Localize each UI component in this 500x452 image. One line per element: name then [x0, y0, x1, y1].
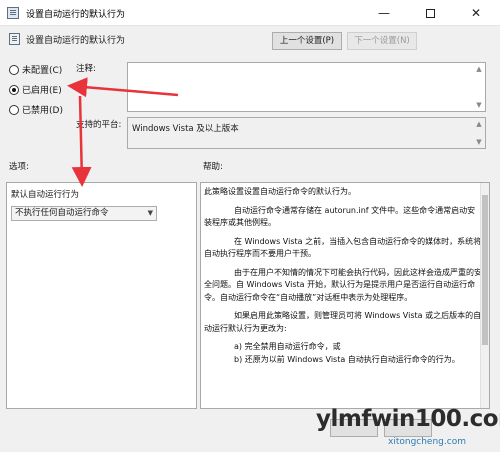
scroll-up-icon[interactable]: ▲	[474, 64, 484, 74]
close-icon: ✕	[470, 6, 482, 20]
radio-disabled[interactable]: 已禁用(D)	[9, 103, 63, 117]
help-paragraph: 如果启用此策略设置，则管理员可将 Windows Vista 或之后版本的自动运…	[204, 311, 482, 333]
maximize-icon	[425, 9, 435, 18]
scroll-down-icon[interactable]: ▼	[474, 100, 484, 110]
help-panel: 此策略设置设置自动运行命令的默认行为。 自动运行命令通常存储在 autorun.…	[200, 182, 490, 409]
help-paragraph: 自动运行命令通常存储在 autorun.inf 文件中。这些命令通常启动安装程序…	[204, 205, 476, 228]
platform-field: Windows Vista 及以上版本 ▲ ▼	[127, 117, 486, 149]
arrow-to-options	[71, 95, 92, 187]
radio-enabled[interactable]: 已启用(E)	[9, 83, 62, 97]
window-title: 设置自动运行的默认行为	[26, 10, 126, 20]
comment-label: 注释:	[76, 64, 96, 74]
help-paragraph: 由于在用户不知情的情况下可能会执行代码，因此这样会造成严重的安全问题。自 Win…	[204, 267, 482, 302]
setting-title: 设置自动运行的默认行为	[26, 36, 126, 46]
radio-not-configured[interactable]: 未配置(C)	[9, 63, 62, 77]
dropdown-value: 不执行任何自动运行命令	[15, 208, 109, 218]
scroll-up-icon[interactable]: ▲	[474, 119, 484, 129]
help-paragraph: 在 Windows Vista 之前，当插入包含自动运行命令的媒体时，系统将自动…	[204, 236, 482, 259]
chevron-down-icon: ▼	[147, 209, 153, 217]
radio-label: 已启用(E)	[22, 86, 62, 96]
autorun-behavior-dropdown[interactable]: 不执行任何自动运行命令 ▼	[11, 206, 157, 221]
default-behavior-label: 默认自动运行行为	[11, 190, 80, 200]
scrollbar-thumb[interactable]	[482, 195, 488, 345]
help-text: 此策略设置设置自动运行命令的默认行为。 自动运行命令通常存储在 autorun.…	[204, 186, 482, 372]
scroll-down-icon[interactable]: ▼	[474, 137, 484, 147]
next-setting-button[interactable]: 下一个设置(N)	[347, 32, 417, 50]
policy-icon	[7, 7, 19, 19]
title-bar: 设置自动运行的默认行为 — ✕	[0, 0, 500, 26]
help-section-label: 帮助:	[203, 162, 223, 172]
help-paragraph: 此策略设置设置自动运行命令的默认行为。	[204, 187, 356, 196]
close-button[interactable]: ✕	[453, 0, 499, 26]
radio-button-checked[interactable]	[9, 84, 19, 95]
watermark-subtext: xitongcheng.com	[388, 437, 466, 447]
options-panel: 默认自动运行行为 不执行任何自动运行命令 ▼	[6, 182, 197, 409]
radio-label: 未配置(C)	[22, 66, 63, 76]
help-scrollbar[interactable]	[480, 183, 489, 408]
minimize-button[interactable]: —	[361, 0, 407, 26]
help-paragraph: a) 完全禁用自动运行命令，或	[234, 342, 341, 351]
radio-label: 已禁用(D)	[22, 106, 63, 116]
watermark: ylmfwin100.com xitongcheng.com	[316, 402, 500, 452]
watermark-text: ylmfwin100.com	[316, 406, 500, 432]
comment-textarea[interactable]: ▲ ▼	[127, 62, 486, 112]
radio-button[interactable]	[9, 64, 19, 75]
platform-value: Windows Vista 及以上版本	[132, 124, 239, 134]
minimize-icon: —	[378, 6, 390, 20]
help-paragraph: b) 还原为以前 Windows Vista 自动执行自动运行命令的行为。	[234, 354, 460, 364]
radio-button[interactable]	[9, 104, 19, 115]
platform-label: 支持的平台:	[76, 120, 122, 130]
maximize-button[interactable]	[407, 0, 453, 26]
setting-icon	[9, 33, 20, 45]
options-section-label: 选项:	[9, 162, 29, 172]
previous-setting-button[interactable]: 上一个设置(P)	[272, 32, 342, 50]
